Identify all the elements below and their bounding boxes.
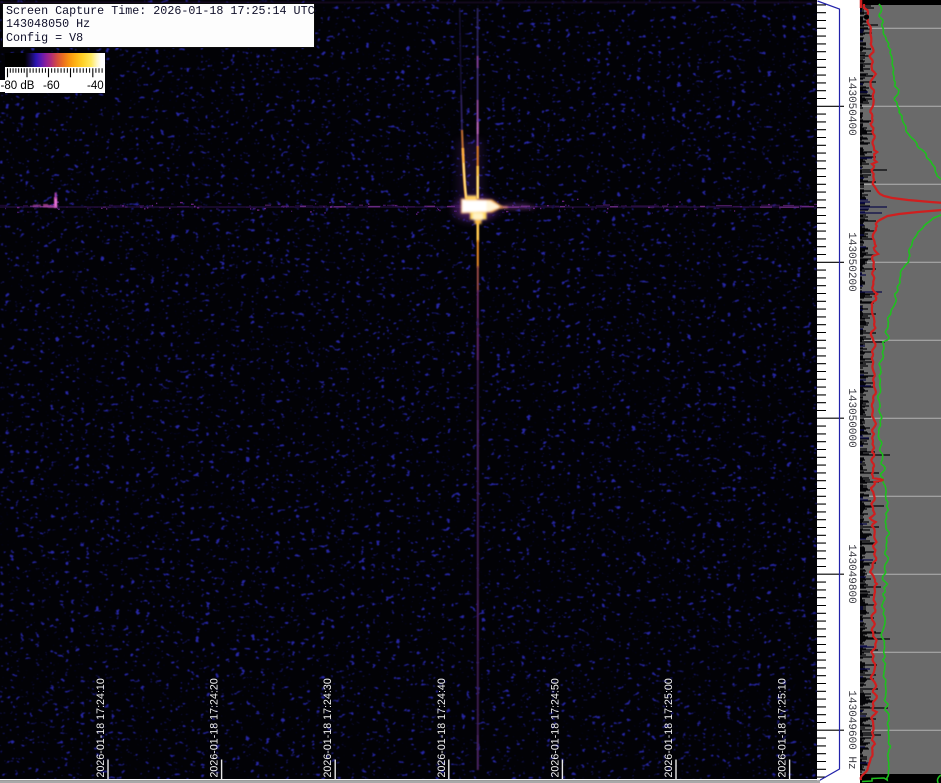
svg-text:2026-01-18 17:24:50: 2026-01-18 17:24:50	[549, 678, 561, 777]
svg-text:143050200: 143050200	[845, 232, 857, 291]
svg-text:2026-01-18 17:25:10: 2026-01-18 17:25:10	[777, 678, 789, 777]
svg-text:2026-01-18 17:24:10: 2026-01-18 17:24:10	[95, 678, 107, 777]
svg-text:143049800: 143049800	[845, 544, 857, 603]
svg-text:143050400: 143050400	[845, 76, 857, 135]
svg-text:2026-01-18 17:24:20: 2026-01-18 17:24:20	[209, 678, 221, 777]
svg-text:143050000: 143050000	[845, 388, 857, 447]
svg-text:143049600 Hz: 143049600 Hz	[845, 690, 857, 769]
svg-text:2026-01-18 17:24:40: 2026-01-18 17:24:40	[436, 678, 448, 777]
svg-text:2026-01-18 17:24:30: 2026-01-18 17:24:30	[322, 678, 334, 777]
svg-text:2026-01-18 17:25:00: 2026-01-18 17:25:00	[663, 678, 675, 777]
